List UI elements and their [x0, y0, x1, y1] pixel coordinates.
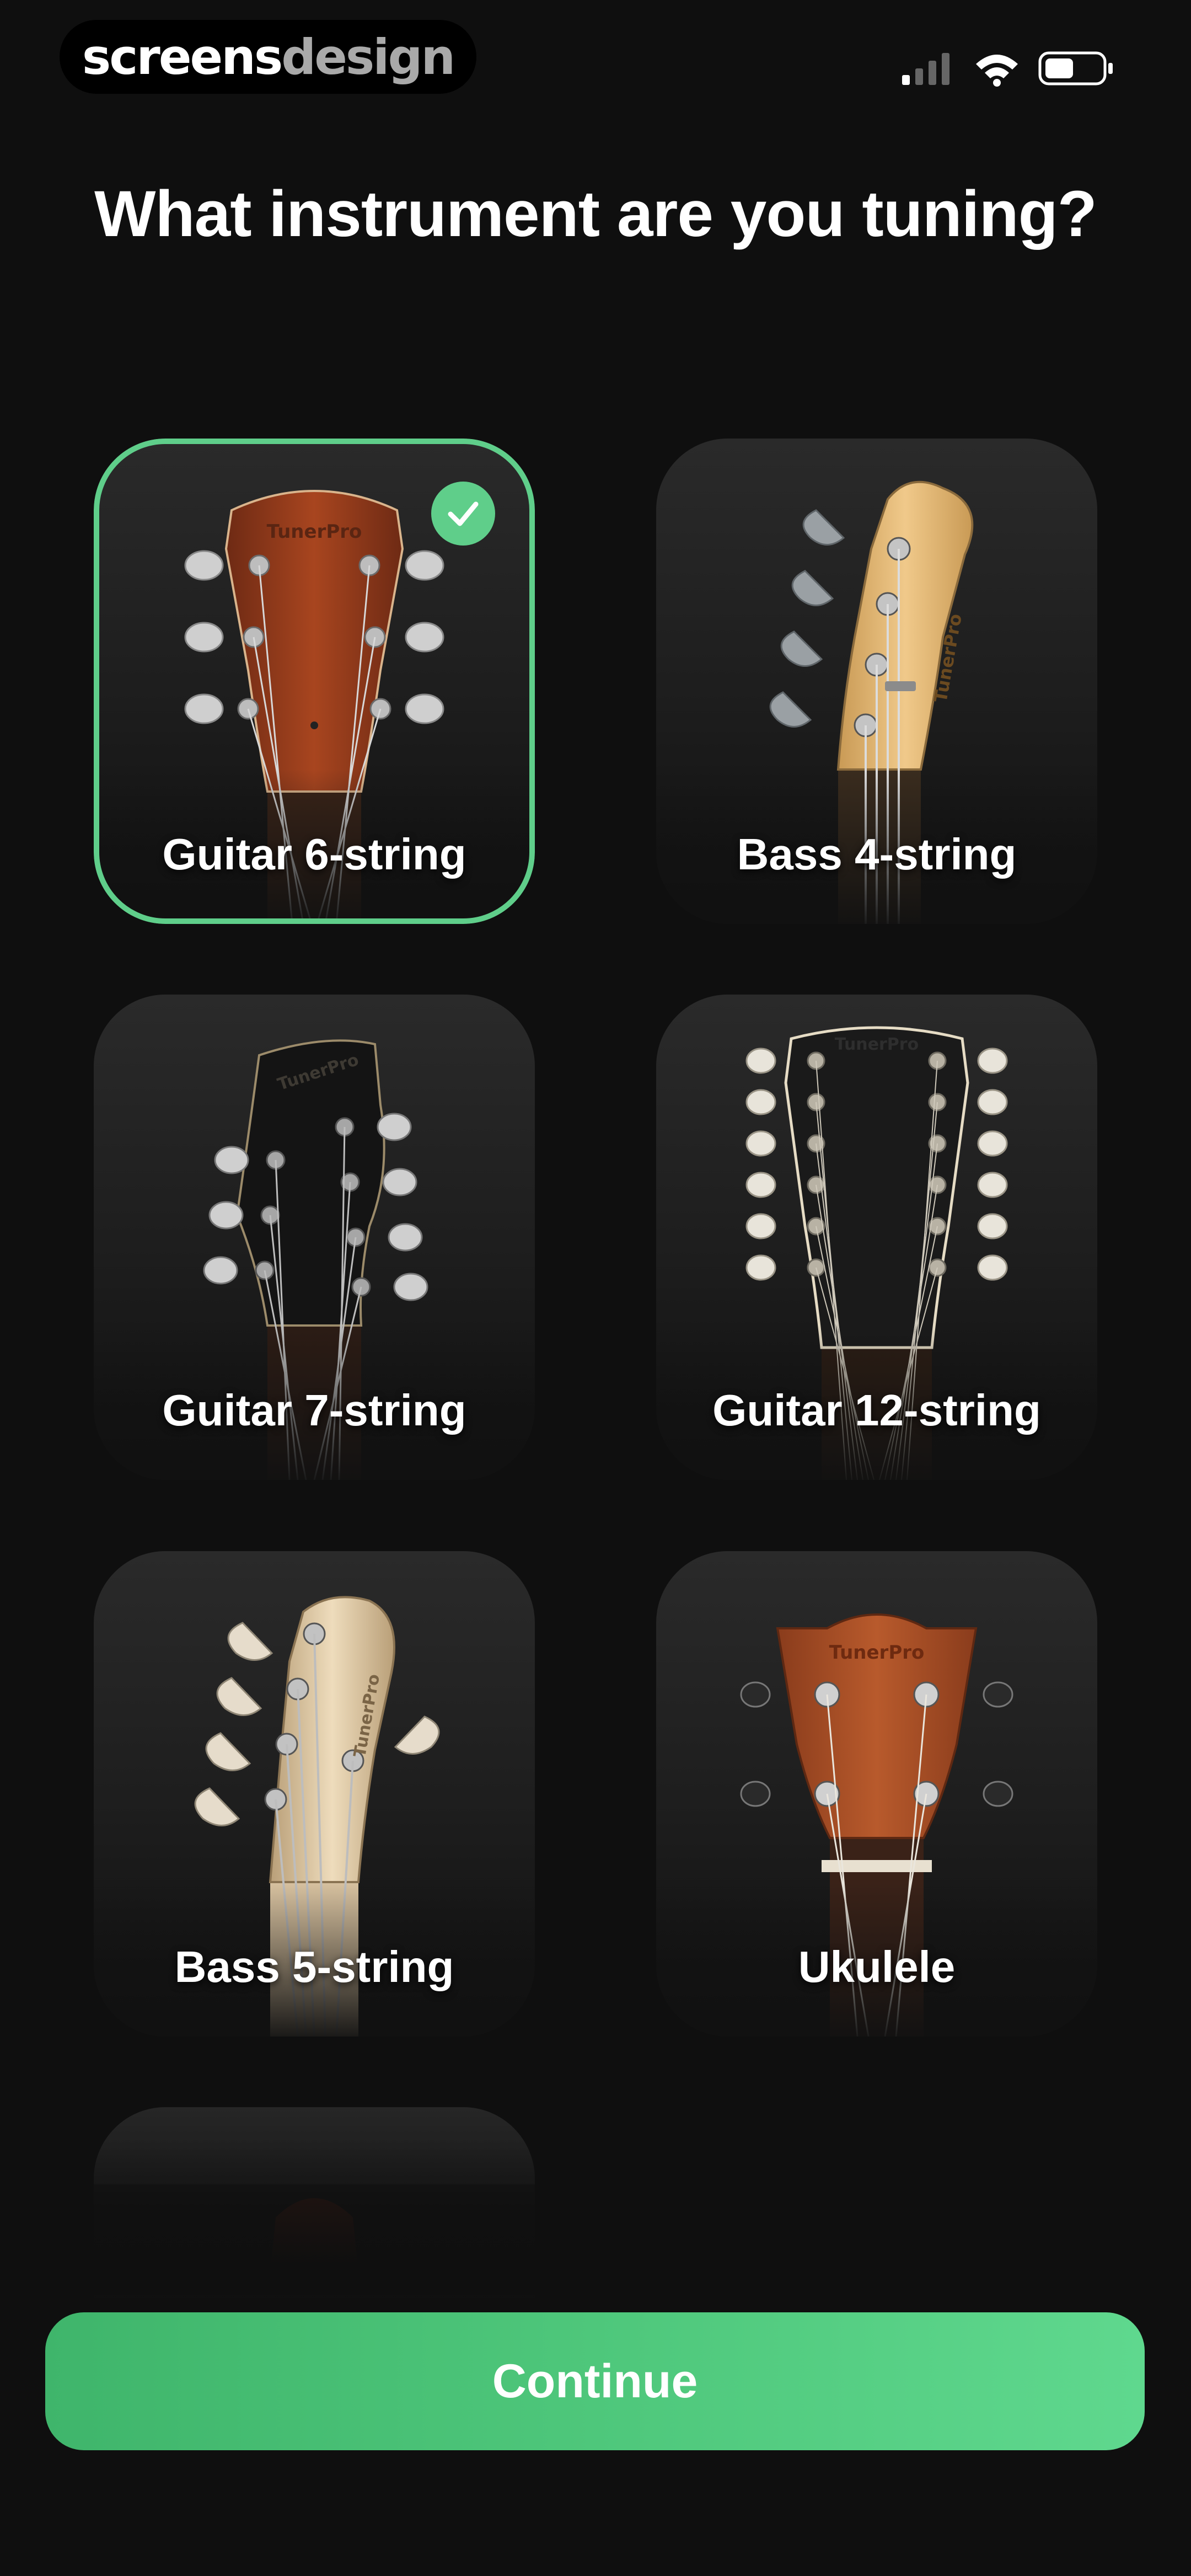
instrument-card-bass-5-string[interactable]: TunerPro Bass 5-string	[94, 1551, 535, 2037]
instrument-label: Bass 4-string	[737, 830, 1017, 879]
instrument-card-ukulele[interactable]: TunerPro Ukulele	[656, 1551, 1097, 2037]
status-bar: screens design	[0, 0, 1191, 99]
headstock-brand-text: TunerPro	[835, 1035, 919, 1054]
status-icons	[902, 51, 1113, 87]
instrument-card-guitar-6-string[interactable]: TunerPro Guitar 6-string	[94, 439, 535, 924]
bottom-fade-overlay	[0, 2140, 1191, 2295]
headstock-brand-text: TunerPro	[829, 1642, 925, 1664]
headstock-brand-text: TunerPro	[267, 521, 362, 543]
page-title: What instrument are you tuning?	[94, 178, 1097, 250]
continue-button[interactable]: Continue	[45, 2312, 1145, 2450]
logo-text-design: design	[281, 28, 455, 85]
instrument-label: Guitar 7-string	[162, 1386, 466, 1435]
wifi-icon	[976, 55, 1018, 87]
instrument-label: Bass 5-string	[174, 1942, 454, 1991]
instrument-label: Guitar 6-string	[162, 830, 466, 879]
instrument-card-guitar-7-string[interactable]: TunerPro Guitar 7-string	[94, 995, 535, 1480]
instrument-card-bass-4-string[interactable]: TunerPro Bass 4-string	[656, 439, 1097, 924]
instrument-label: Ukulele	[798, 1942, 956, 1991]
cellular-signal-icon	[902, 53, 949, 85]
screensdesign-logo: screens design	[60, 20, 476, 94]
checkmark-icon	[448, 501, 479, 526]
logo-text-screens: screens	[82, 28, 283, 85]
instrument-label: Guitar 12-string	[712, 1386, 1041, 1435]
battery-icon	[1038, 51, 1113, 85]
instrument-card-guitar-12-string[interactable]: TunerPro Guitar 12-string	[656, 995, 1097, 1480]
selected-checkmark-badge	[431, 482, 495, 546]
